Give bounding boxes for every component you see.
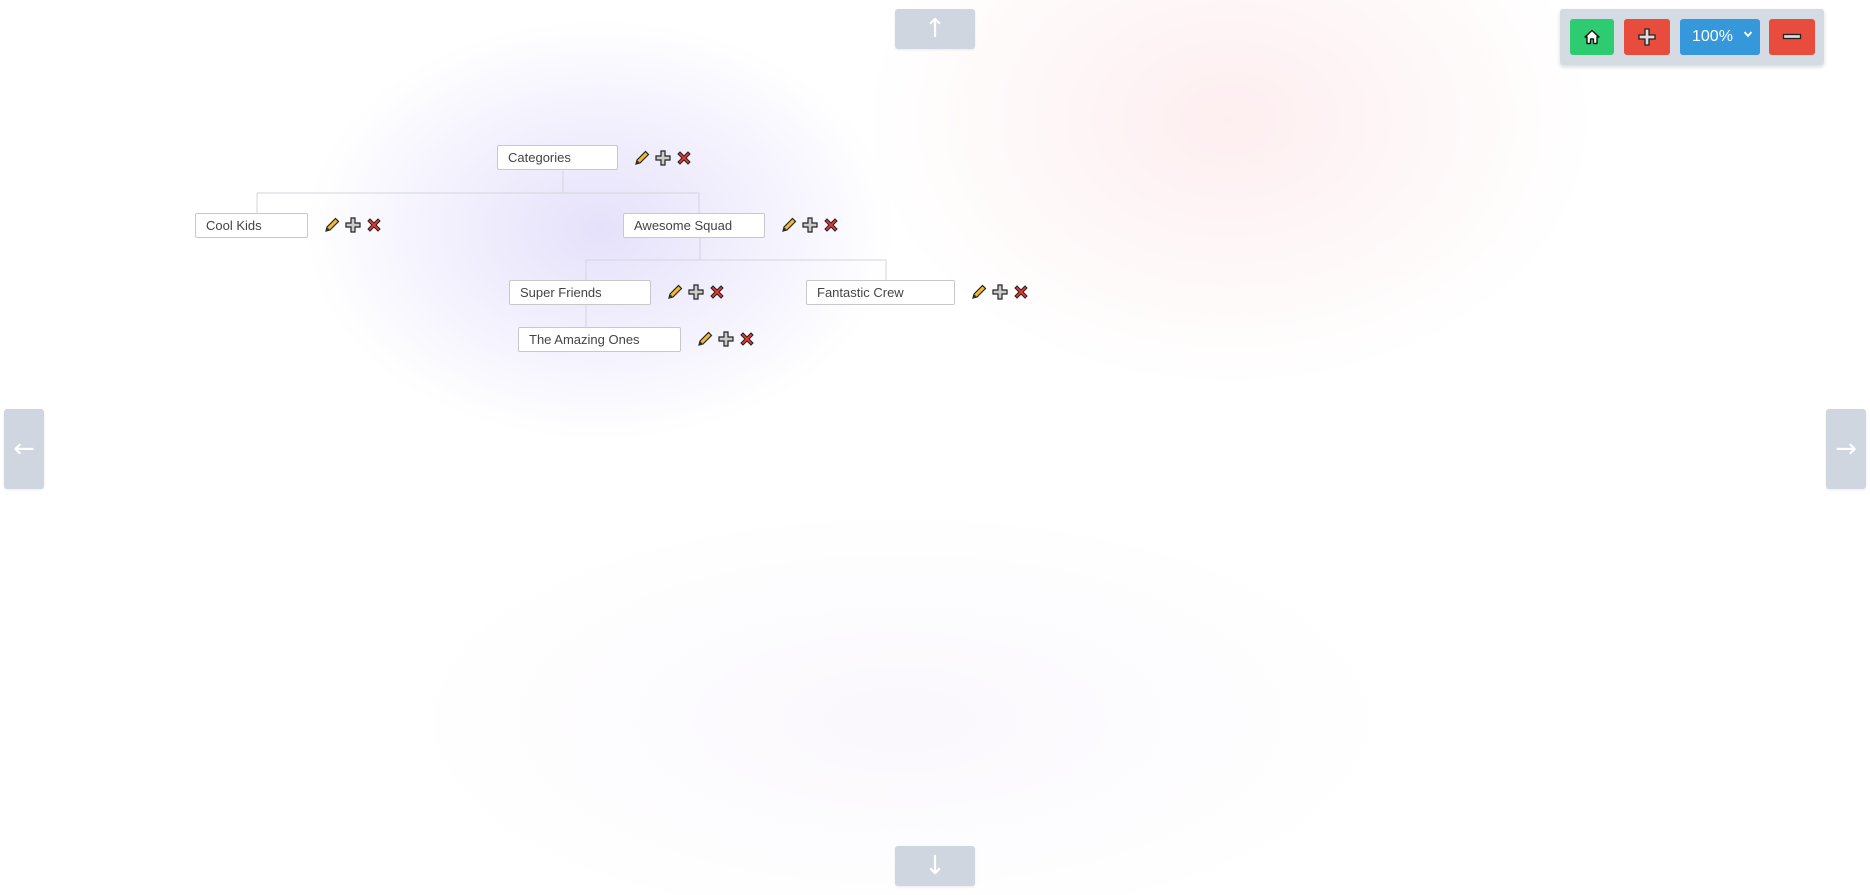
- delete-icon[interactable]: [364, 215, 384, 235]
- add-icon[interactable]: [343, 215, 363, 235]
- toolbar: 100%: [1560, 9, 1824, 65]
- edit-icon[interactable]: [695, 329, 715, 349]
- scroll-down-button[interactable]: ↓: [895, 846, 975, 886]
- arrow-left-icon: ←: [13, 434, 35, 464]
- add-node-button[interactable]: [1624, 19, 1670, 55]
- arrow-up-icon: ↑: [924, 14, 946, 44]
- minus-icon: [1782, 33, 1802, 40]
- node-actions-the-amazing-ones: [695, 329, 757, 349]
- add-icon[interactable]: [653, 148, 673, 168]
- scroll-left-button[interactable]: ←: [4, 409, 44, 489]
- zoom-select[interactable]: 100%: [1680, 19, 1760, 55]
- tree-node-categories[interactable]: Categories: [497, 145, 618, 170]
- delete-icon[interactable]: [737, 329, 757, 349]
- tree-node-cool-kids[interactable]: Cool Kids: [195, 213, 308, 238]
- zoom-value: 100%: [1692, 28, 1733, 45]
- add-icon[interactable]: [686, 282, 706, 302]
- remove-node-button[interactable]: [1769, 19, 1815, 55]
- delete-icon[interactable]: [707, 282, 727, 302]
- arrow-right-icon: →: [1835, 434, 1857, 464]
- edit-icon[interactable]: [779, 215, 799, 235]
- edit-icon[interactable]: [665, 282, 685, 302]
- node-actions-fantastic-crew: [969, 282, 1031, 302]
- tree-node-fantastic-crew[interactable]: Fantastic Crew: [806, 280, 955, 305]
- edit-icon[interactable]: [969, 282, 989, 302]
- plus-icon: [1638, 28, 1656, 46]
- node-actions-categories: [632, 148, 694, 168]
- edit-icon[interactable]: [322, 215, 342, 235]
- tree-node-awesome-squad[interactable]: Awesome Squad: [623, 213, 765, 238]
- delete-icon[interactable]: [821, 215, 841, 235]
- node-actions-cool-kids: [322, 215, 384, 235]
- scroll-right-button[interactable]: →: [1826, 409, 1866, 489]
- edit-icon[interactable]: [632, 148, 652, 168]
- arrow-down-icon: ↓: [924, 851, 946, 881]
- chevron-down-icon: [1743, 28, 1753, 42]
- add-icon[interactable]: [800, 215, 820, 235]
- home-icon: [1584, 29, 1600, 45]
- add-icon[interactable]: [716, 329, 736, 349]
- scroll-up-button[interactable]: ↑: [895, 9, 975, 49]
- node-actions-awesome-squad: [779, 215, 841, 235]
- delete-icon[interactable]: [1011, 282, 1031, 302]
- tree-connectors: [256, 171, 887, 327]
- tree-node-the-amazing-ones[interactable]: The Amazing Ones: [518, 327, 681, 352]
- add-icon[interactable]: [990, 282, 1010, 302]
- tree-node-super-friends[interactable]: Super Friends: [509, 280, 651, 305]
- delete-icon[interactable]: [674, 148, 694, 168]
- node-actions-super-friends: [665, 282, 727, 302]
- home-button[interactable]: [1570, 19, 1614, 55]
